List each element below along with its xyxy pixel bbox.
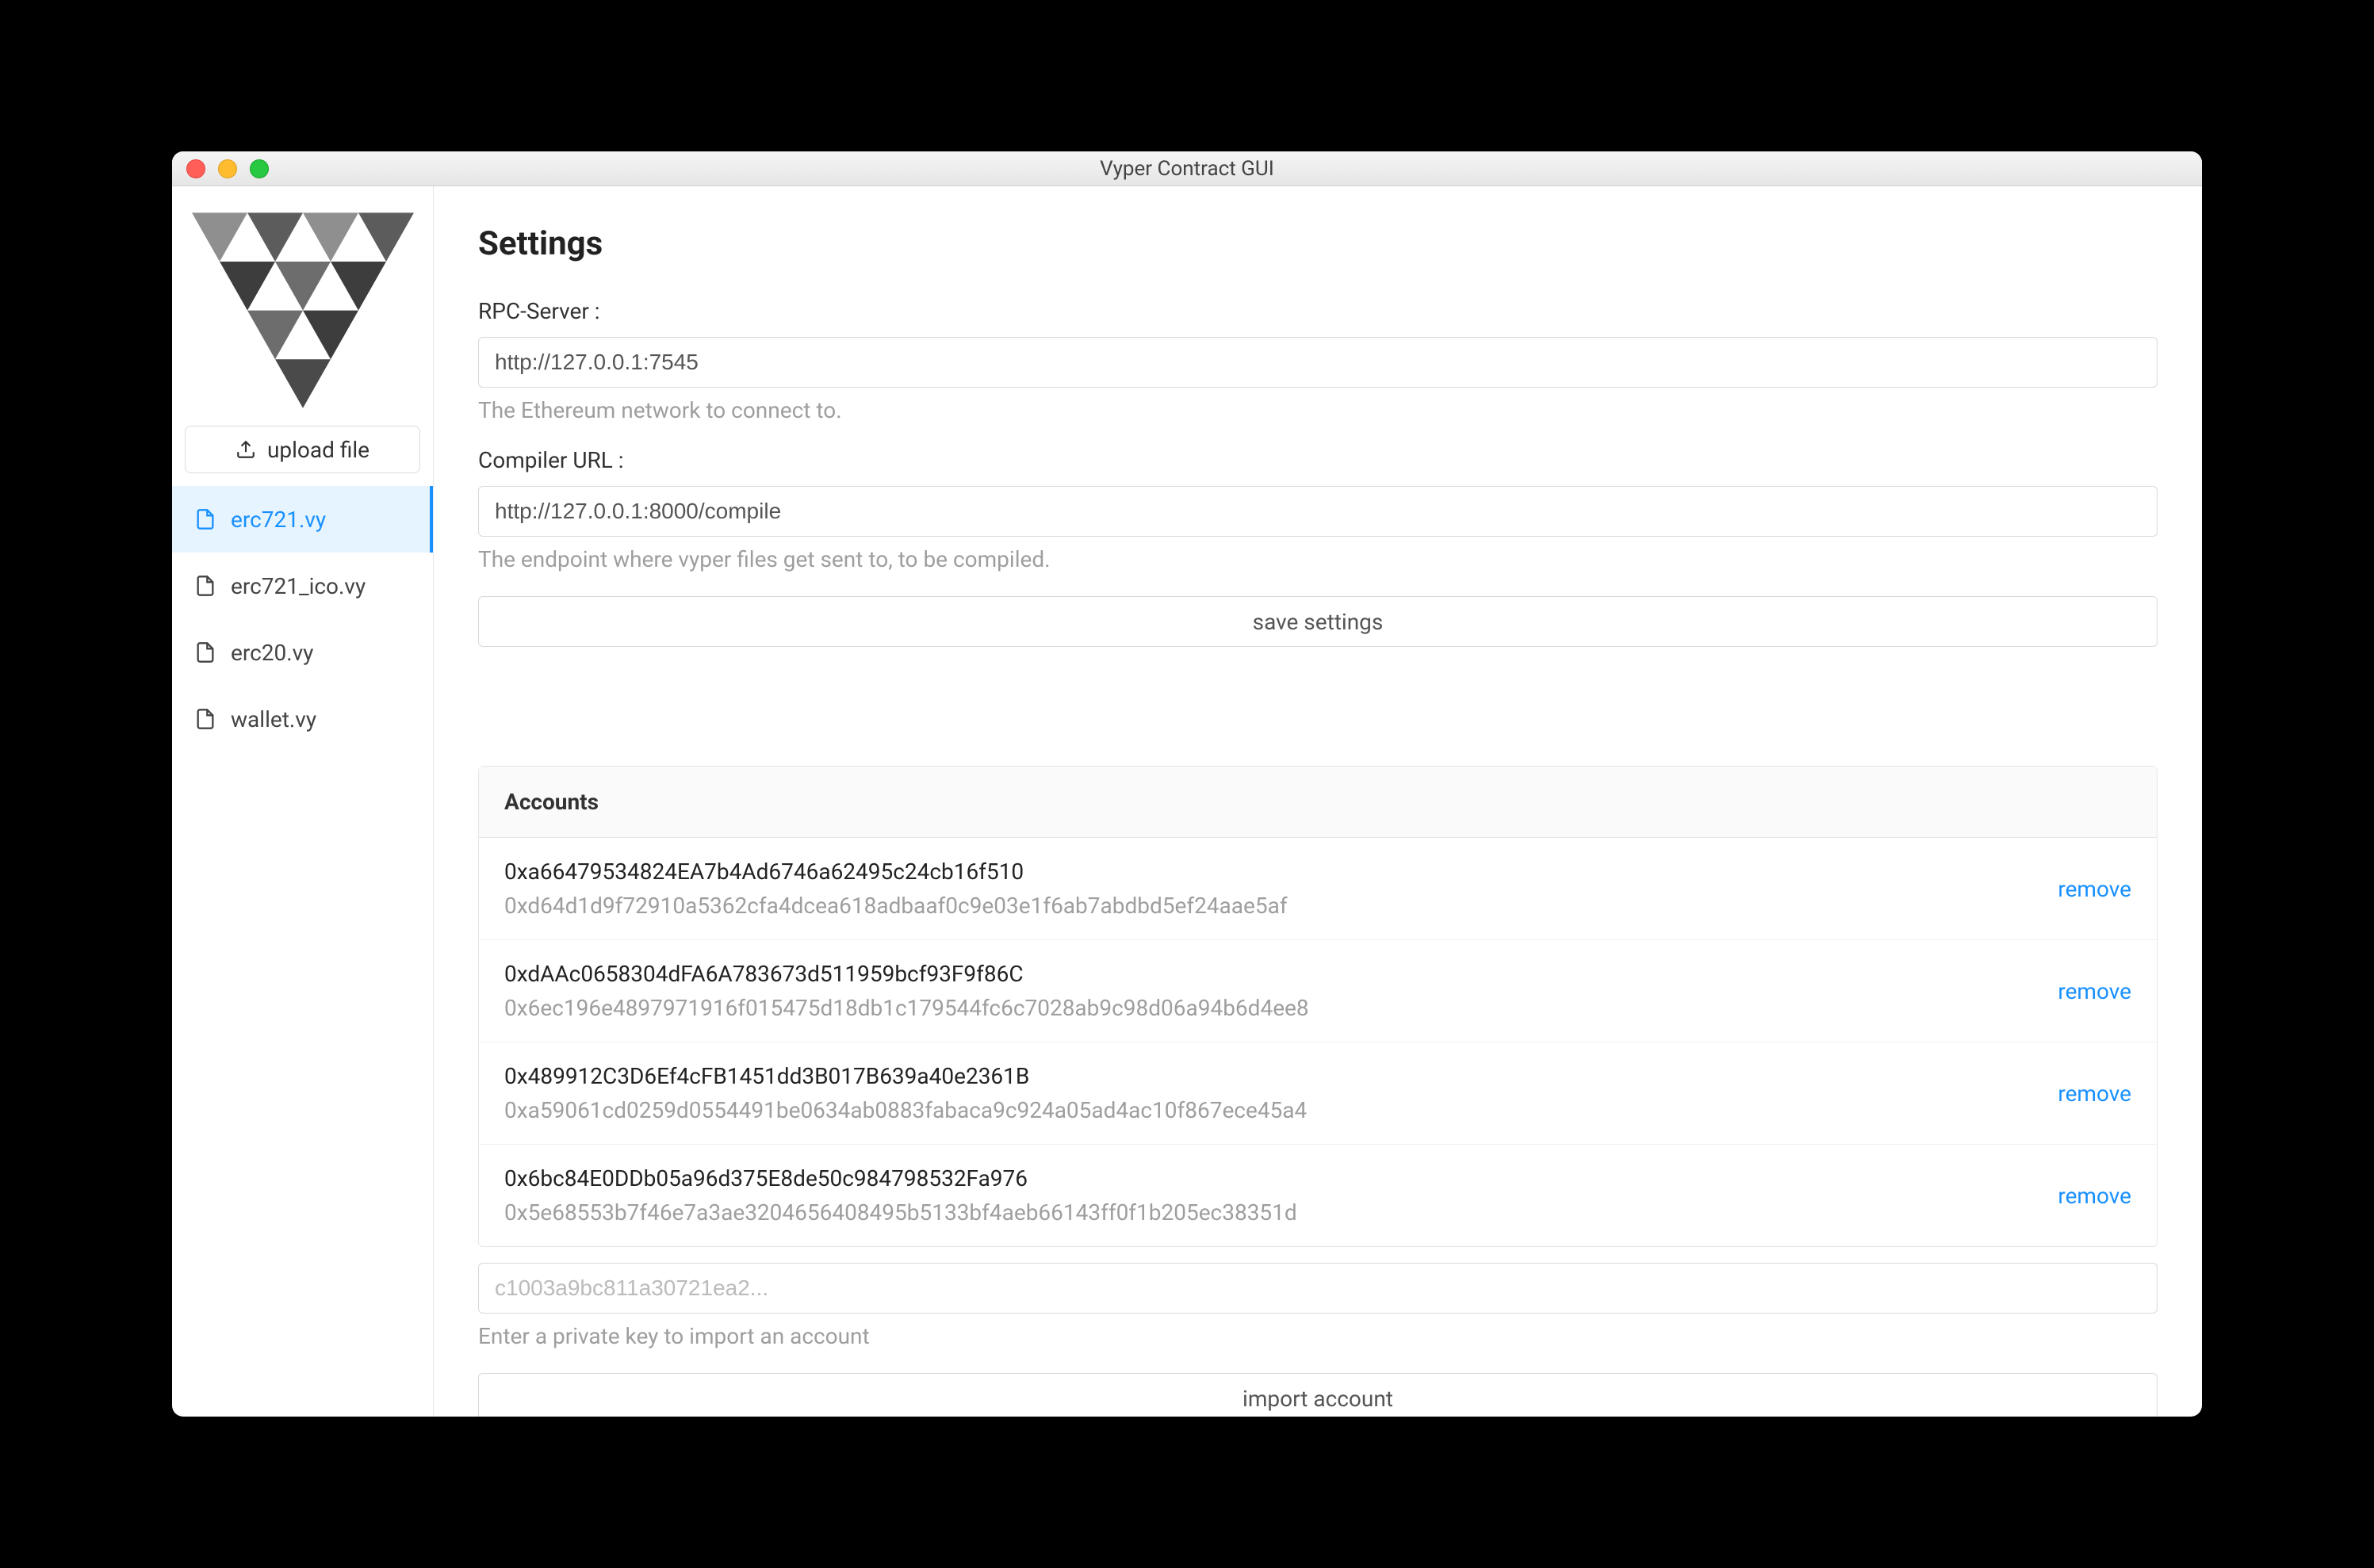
file-label: erc721.vy xyxy=(231,507,326,533)
save-settings-label: save settings xyxy=(1253,609,1384,635)
file-icon xyxy=(194,641,216,664)
page-title: Settings xyxy=(478,224,2158,263)
sidebar-file-erc20-vy[interactable]: erc20.vy xyxy=(172,619,433,686)
rpc-server-input[interactable] xyxy=(478,337,2158,388)
main-content: Settings RPC-Server : The Ethereum netwo… xyxy=(434,186,2202,1417)
sidebar-file-wallet-vy[interactable]: wallet.vy xyxy=(172,686,433,752)
upload-label: upload file xyxy=(267,437,370,463)
window-controls xyxy=(186,159,269,178)
upload-icon xyxy=(235,439,256,460)
sidebar: upload file erc721.vy erc721_ico.vy erc20.… xyxy=(172,186,434,1417)
import-account-label: import account xyxy=(1243,1386,1393,1412)
file-icon xyxy=(194,575,216,597)
account-row: 0xdAAc0658304dFA6A783673d511959bcf93F9f8… xyxy=(479,940,2157,1042)
account-address: 0xdAAc0658304dFA6A783673d511959bcf93F9f8… xyxy=(504,961,1309,987)
account-row: 0x489912C3D6Ef4cFB1451dd3B017B639a40e236… xyxy=(479,1042,2157,1145)
rpc-help: The Ethereum network to connect to. xyxy=(478,397,2158,423)
app-window: Vyper Contract GUI xyxy=(172,151,2202,1417)
remove-account-link[interactable]: remove xyxy=(2058,876,2131,902)
compiler-label: Compiler URL : xyxy=(478,447,2158,473)
close-icon[interactable] xyxy=(186,159,205,178)
accounts-heading: Accounts xyxy=(479,767,2157,838)
remove-account-link[interactable]: remove xyxy=(2058,1183,2131,1209)
private-key-input[interactable] xyxy=(478,1263,2158,1314)
save-settings-button[interactable]: save settings xyxy=(478,596,2158,647)
file-icon xyxy=(194,708,216,730)
import-account-button[interactable]: import account xyxy=(478,1373,2158,1417)
compiler-help: The endpoint where vyper files get sent … xyxy=(478,546,2158,572)
account-address: 0x6bc84E0DDb05a96d375E8de50c984798532Fa9… xyxy=(504,1165,1297,1191)
account-address: 0x489912C3D6Ef4cFB1451dd3B017B639a40e236… xyxy=(504,1063,1307,1089)
account-address: 0xa66479534824EA7b4Ad6746a62495c24cb16f5… xyxy=(504,859,1288,885)
account-private-key: 0xd64d1d9f72910a5362cfa4dcea618adbaaf0c9… xyxy=(504,893,1288,919)
account-private-key: 0x6ec196e4897971916f015475d18db1c179544f… xyxy=(504,995,1309,1021)
account-private-key: 0xa59061cd0259d0554491be0634ab0883fabaca… xyxy=(504,1097,1307,1123)
remove-account-link[interactable]: remove xyxy=(2058,978,2131,1004)
rpc-label: RPC-Server : xyxy=(478,298,2158,324)
file-label: wallet.vy xyxy=(231,706,316,732)
sidebar-file-erc721-vy[interactable]: erc721.vy xyxy=(172,486,433,553)
app-logo xyxy=(172,186,433,426)
import-help: Enter a private key to import an account xyxy=(478,1323,2158,1349)
window-title: Vyper Contract GUI xyxy=(172,157,2202,181)
sidebar-file-erc721_ico-vy[interactable]: erc721_ico.vy xyxy=(172,553,433,619)
maximize-icon[interactable] xyxy=(250,159,269,178)
account-row: 0x6bc84E0DDb05a96d375E8de50c984798532Fa9… xyxy=(479,1145,2157,1246)
compiler-url-input[interactable] xyxy=(478,486,2158,537)
account-private-key: 0x5e68553b7f46e7a3ae3204656408495b5133bf… xyxy=(504,1199,1297,1226)
accounts-section: Accounts 0xa66479534824EA7b4Ad6746a62495… xyxy=(478,766,2158,1247)
file-icon xyxy=(194,508,216,530)
titlebar: Vyper Contract GUI xyxy=(172,151,2202,186)
upload-file-button[interactable]: upload file xyxy=(185,426,420,473)
minimize-icon[interactable] xyxy=(218,159,237,178)
account-row: 0xa66479534824EA7b4Ad6746a62495c24cb16f5… xyxy=(479,838,2157,940)
file-list: erc721.vy erc721_ico.vy erc20.vy wallet.vy xyxy=(172,486,433,752)
remove-account-link[interactable]: remove xyxy=(2058,1080,2131,1107)
file-label: erc20.vy xyxy=(231,640,313,666)
file-label: erc721_ico.vy xyxy=(231,573,366,599)
